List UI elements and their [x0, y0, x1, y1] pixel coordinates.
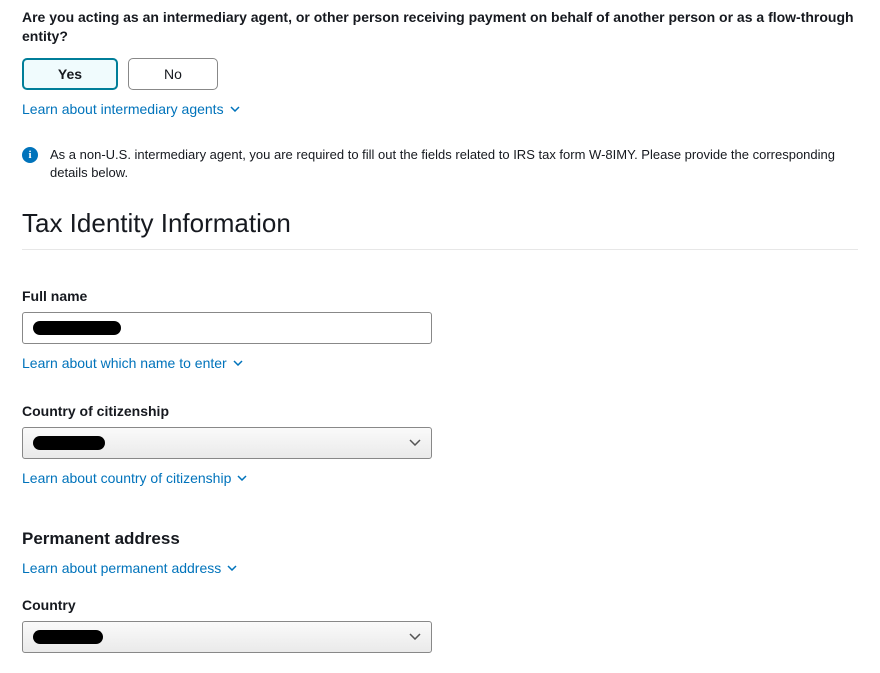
chevron-down-icon — [237, 475, 247, 481]
learn-citizenship-link[interactable]: Learn about country of citizenship — [22, 469, 247, 487]
intermediary-question: Are you acting as an intermediary agent,… — [22, 8, 858, 46]
link-label: Learn about permanent address — [22, 559, 221, 577]
full-name-label: Full name — [22, 288, 858, 304]
chevron-down-icon — [409, 439, 421, 446]
citizenship-label: Country of citizenship — [22, 403, 858, 419]
learn-address-link[interactable]: Learn about permanent address — [22, 559, 237, 577]
yes-no-group: Yes No — [22, 58, 858, 90]
redacted-value — [33, 436, 105, 450]
link-label: Learn about intermediary agents — [22, 100, 224, 118]
section-title: Tax Identity Information — [22, 208, 858, 239]
chevron-down-icon — [227, 565, 237, 571]
info-text: As a non-U.S. intermediary agent, you ar… — [50, 146, 858, 182]
chevron-down-icon — [230, 106, 240, 112]
country-label: Country — [22, 597, 858, 613]
no-button[interactable]: No — [128, 58, 218, 90]
citizenship-select[interactable] — [22, 427, 432, 459]
link-label: Learn about which name to enter — [22, 354, 227, 372]
link-label: Learn about country of citizenship — [22, 469, 231, 487]
learn-name-link[interactable]: Learn about which name to enter — [22, 354, 243, 372]
redacted-value — [33, 630, 103, 644]
yes-button[interactable]: Yes — [22, 58, 118, 90]
chevron-down-icon — [233, 360, 243, 366]
section-divider — [22, 249, 858, 250]
country-select[interactable] — [22, 621, 432, 653]
chevron-down-icon — [409, 633, 421, 640]
address-header: Permanent address — [22, 529, 858, 549]
info-box: i As a non-U.S. intermediary agent, you … — [22, 146, 858, 182]
learn-intermediary-link[interactable]: Learn about intermediary agents — [22, 100, 240, 118]
redacted-value — [33, 321, 121, 335]
info-icon: i — [22, 147, 38, 163]
full-name-input[interactable] — [22, 312, 432, 344]
